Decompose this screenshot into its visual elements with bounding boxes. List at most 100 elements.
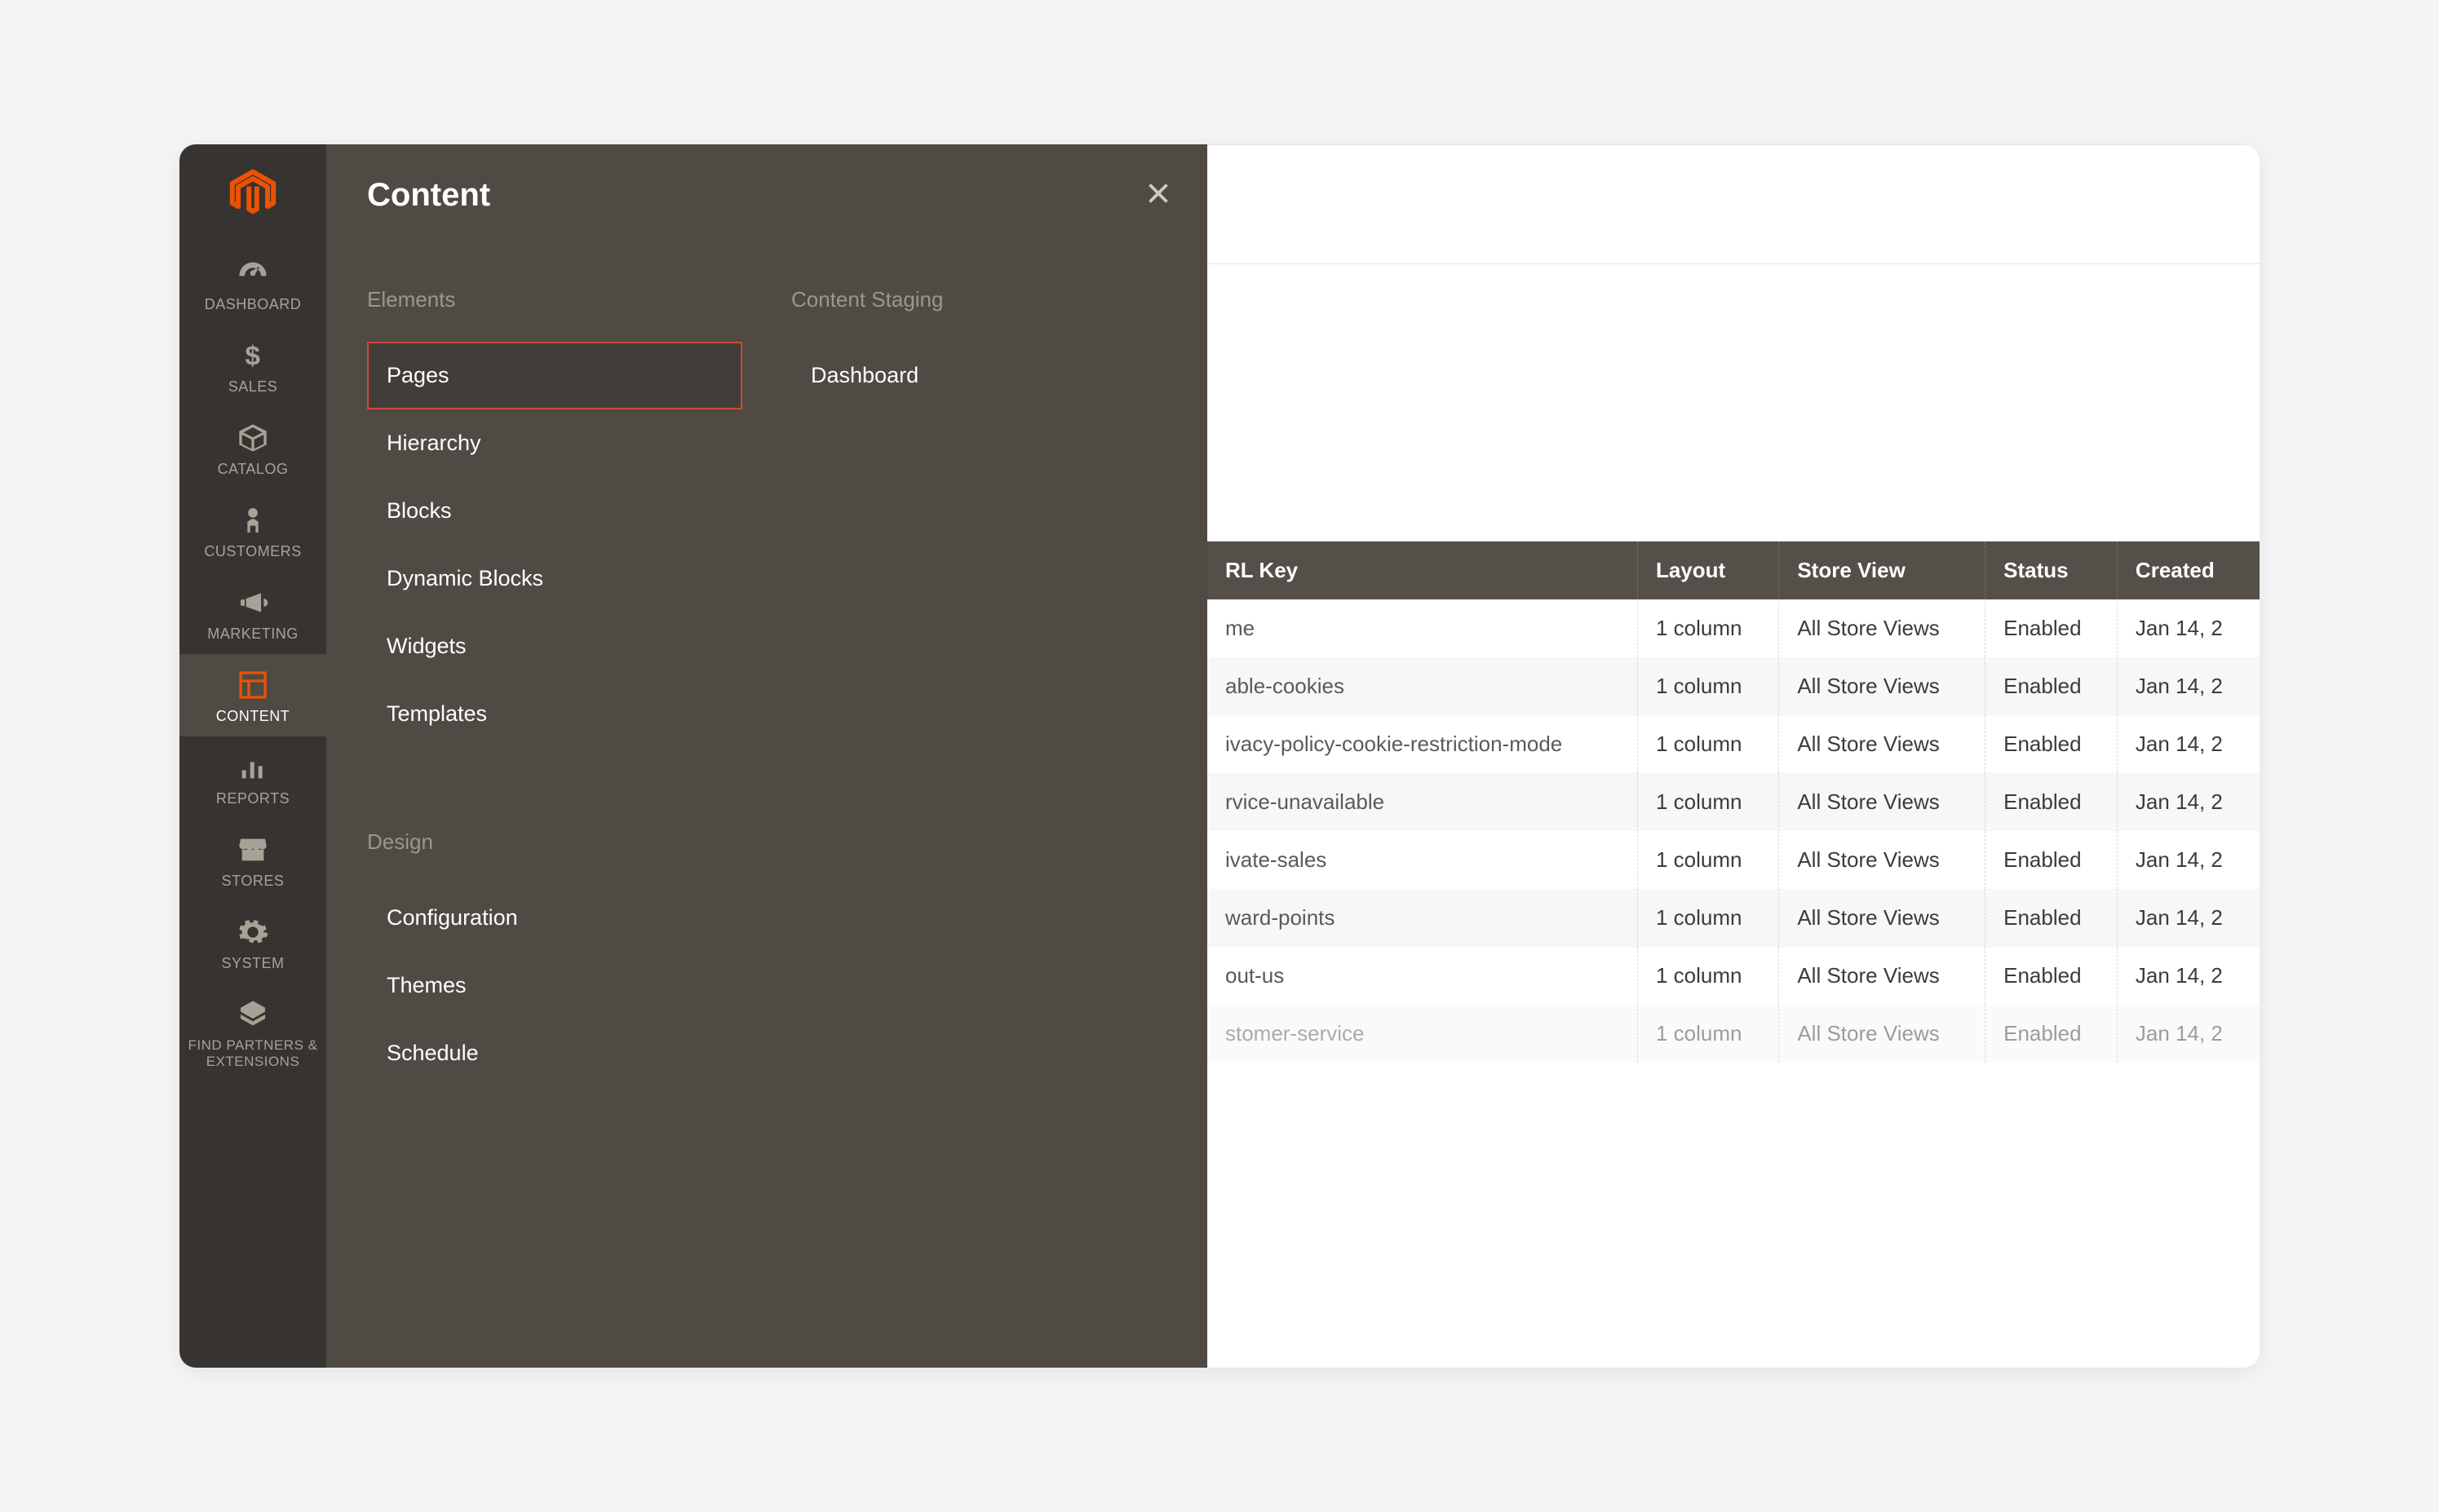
flyout-link-themes[interactable]: Themes: [367, 952, 742, 1019]
group-elements-title: Elements: [367, 287, 742, 312]
nav-customers[interactable]: CUSTOMERS: [179, 489, 326, 572]
cell-store-view: All Store Views: [1779, 773, 1985, 831]
nav-system[interactable]: SYSTEM: [179, 901, 326, 984]
toolbar-area: [1207, 264, 2260, 542]
col-url-key[interactable]: RL Key: [1207, 542, 1637, 599]
flyout-link-blocks[interactable]: Blocks: [367, 477, 742, 545]
admin-sidebar: DASHBOARD $ SALES CATALOG CUSTOMERS: [179, 144, 326, 1368]
gauge-icon: [237, 257, 269, 290]
gear-icon: [237, 916, 269, 948]
col-layout[interactable]: Layout: [1637, 542, 1778, 599]
nav-partners-label: FIND PARTNERS & EXTENSIONS: [179, 1037, 326, 1069]
group-staging-title: Content Staging: [791, 287, 1166, 312]
cell-status: Enabled: [1985, 657, 2118, 715]
nav-sales[interactable]: $ SALES: [179, 325, 326, 407]
cell-status: Enabled: [1985, 1005, 2118, 1063]
flyout-link-widgets[interactable]: Widgets: [367, 612, 742, 680]
cell-store-view: All Store Views: [1779, 889, 1985, 947]
cell-created: Jan 14, 2: [2117, 1005, 2260, 1063]
pages-grid: RL Key Layout Store View Status Created …: [1207, 542, 2260, 1063]
nav-reports[interactable]: REPORTS: [179, 736, 326, 819]
col-store-view[interactable]: Store View: [1779, 542, 1985, 599]
cell-created: Jan 14, 2: [2117, 657, 2260, 715]
cell-created: Jan 14, 2: [2117, 773, 2260, 831]
cell-url-key: me: [1207, 599, 1637, 657]
box-icon: [237, 422, 269, 454]
flyout-link-configuration[interactable]: Configuration: [367, 884, 742, 952]
cell-status: Enabled: [1985, 599, 2118, 657]
store-icon: [237, 833, 269, 866]
flyout-link-pages[interactable]: Pages: [367, 342, 742, 409]
cell-status: Enabled: [1985, 715, 2118, 773]
cell-status: Enabled: [1985, 831, 2118, 889]
nav-reports-label: REPORTS: [216, 790, 290, 807]
table-row[interactable]: out-us 1 column All Store Views Enabled …: [1207, 947, 2260, 1005]
nav-catalog[interactable]: CATALOG: [179, 407, 326, 489]
cell-created: Jan 14, 2: [2117, 599, 2260, 657]
flyout-close-button[interactable]: [1144, 179, 1173, 208]
close-icon: [1144, 179, 1173, 208]
cell-status: Enabled: [1985, 773, 2118, 831]
flyout-link-schedule[interactable]: Schedule: [367, 1019, 742, 1087]
cell-url-key: ivacy-policy-cookie-restriction-mode: [1207, 715, 1637, 773]
table-row[interactable]: rvice-unavailable 1 column All Store Vie…: [1207, 773, 2260, 831]
nav-marketing[interactable]: MARKETING: [179, 572, 326, 654]
dollar-icon: $: [237, 339, 269, 372]
cell-created: Jan 14, 2: [2117, 889, 2260, 947]
cell-status: Enabled: [1985, 889, 2118, 947]
cell-created: Jan 14, 2: [2117, 831, 2260, 889]
flyout-link-templates[interactable]: Templates: [367, 680, 742, 748]
table-row[interactable]: ivacy-policy-cookie-restriction-mode 1 c…: [1207, 715, 2260, 773]
megaphone-icon: [237, 586, 269, 619]
app-window: DASHBOARD $ SALES CATALOG CUSTOMERS: [179, 144, 2260, 1368]
col-status[interactable]: Status: [1985, 542, 2118, 599]
person-icon: [237, 504, 269, 537]
nav-stores-label: STORES: [222, 873, 285, 890]
cell-store-view: All Store Views: [1779, 657, 1985, 715]
nav-content[interactable]: CONTENT: [179, 654, 326, 736]
flyout-title: Content: [367, 177, 1166, 214]
cell-store-view: All Store Views: [1779, 1005, 1985, 1063]
layout-icon: [237, 669, 269, 701]
flyout-link-staging-dashboard[interactable]: Dashboard: [791, 342, 1166, 409]
cell-layout: 1 column: [1637, 831, 1778, 889]
nav-sales-label: SALES: [228, 378, 278, 396]
nav-marketing-label: MARKETING: [207, 626, 299, 643]
cell-layout: 1 column: [1637, 599, 1778, 657]
cell-store-view: All Store Views: [1779, 831, 1985, 889]
group-design-title: Design: [367, 829, 742, 855]
cell-url-key: stomer-service: [1207, 1005, 1637, 1063]
svg-text:$: $: [245, 342, 260, 372]
table-row[interactable]: me 1 column All Store Views Enabled Jan …: [1207, 599, 2260, 657]
main-content: RL Key Layout Store View Status Created …: [1207, 144, 2260, 1368]
cell-store-view: All Store Views: [1779, 947, 1985, 1005]
nav-content-label: CONTENT: [216, 708, 290, 725]
flyout-link-hierarchy[interactable]: Hierarchy: [367, 409, 742, 477]
cell-layout: 1 column: [1637, 889, 1778, 947]
flyout-link-dynamic-blocks[interactable]: Dynamic Blocks: [367, 545, 742, 612]
bars-icon: [237, 751, 269, 784]
cell-status: Enabled: [1985, 947, 2118, 1005]
magento-logo-icon: [228, 169, 277, 218]
cell-url-key: rvice-unavailable: [1207, 773, 1637, 831]
col-created[interactable]: Created: [2117, 542, 2260, 599]
cell-url-key: out-us: [1207, 947, 1637, 1005]
table-row[interactable]: able-cookies 1 column All Store Views En…: [1207, 657, 2260, 715]
cell-store-view: All Store Views: [1779, 715, 1985, 773]
magento-logo: [220, 161, 286, 226]
cell-layout: 1 column: [1637, 1005, 1778, 1063]
table-row[interactable]: ward-points 1 column All Store Views Ena…: [1207, 889, 2260, 947]
page-header-area: [1207, 145, 2260, 264]
nav-stores[interactable]: STORES: [179, 819, 326, 901]
table-row[interactable]: ivate-sales 1 column All Store Views Ena…: [1207, 831, 2260, 889]
cell-layout: 1 column: [1637, 773, 1778, 831]
nav-dashboard[interactable]: DASHBOARD: [179, 242, 326, 325]
cell-layout: 1 column: [1637, 947, 1778, 1005]
cell-layout: 1 column: [1637, 657, 1778, 715]
cell-layout: 1 column: [1637, 715, 1778, 773]
cell-url-key: ward-points: [1207, 889, 1637, 947]
table-row[interactable]: stomer-service 1 column All Store Views …: [1207, 1005, 2260, 1063]
nav-partners[interactable]: FIND PARTNERS & EXTENSIONS: [179, 984, 326, 1081]
nav-dashboard-label: DASHBOARD: [205, 296, 302, 313]
cell-store-view: All Store Views: [1779, 599, 1985, 657]
